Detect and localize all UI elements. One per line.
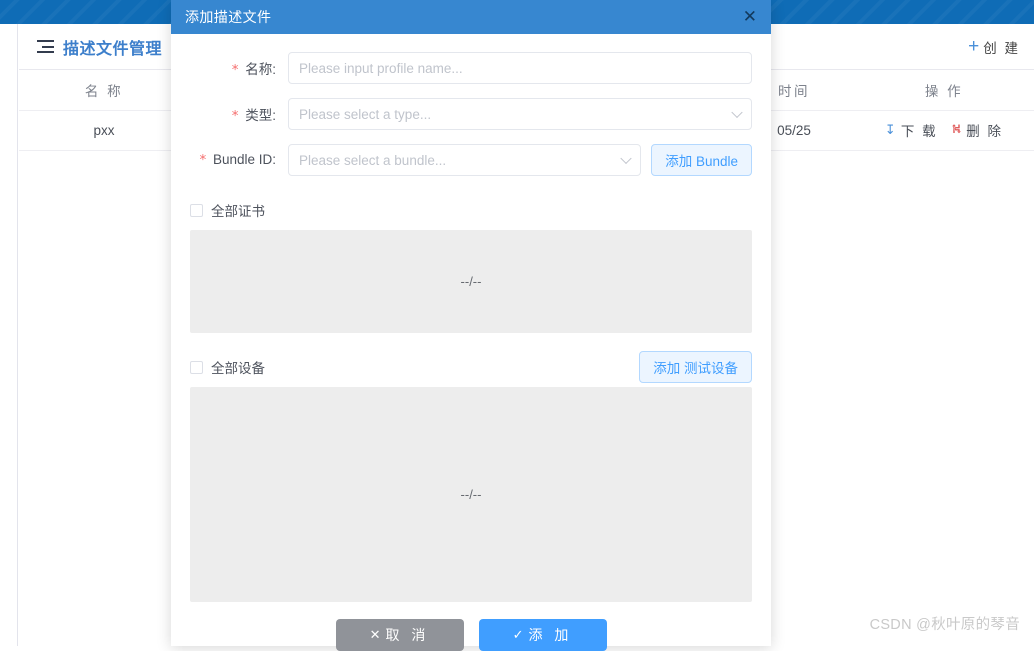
devices-list-panel[interactable]: --/-- [190, 387, 752, 602]
certificates-list-panel[interactable]: --/-- [190, 230, 752, 333]
cross-icon: ✕ [370, 628, 381, 643]
label-type-text: 类型: [245, 108, 276, 123]
cell-actions: ↧ 下 载 ⛕ 删 除 [854, 110, 1034, 150]
close-icon[interactable]: ✕ [743, 9, 757, 26]
download-label: 下 载 [901, 120, 938, 140]
checkbox-box [190, 361, 203, 374]
confirm-add-button[interactable]: ✓ 添 加 [479, 619, 607, 651]
profile-name-field[interactable] [288, 52, 752, 84]
create-button-label: 创 建 [983, 37, 1020, 57]
certificates-empty-text: --/-- [461, 274, 482, 289]
page-title: 描述文件管理 [37, 35, 162, 59]
all-devices-checkbox[interactable]: 全部设备 [190, 357, 265, 377]
add-bundle-button[interactable]: 添加 Bundle [651, 144, 752, 176]
all-devices-label: 全部设备 [211, 357, 265, 377]
label-name-text: 名称: [245, 62, 276, 77]
devices-section: 全部设备 添加 测试设备 --/-- [190, 355, 752, 602]
certificates-section-head: 全部证书 [190, 198, 752, 222]
dialog-footer: ✕ 取 消 ✓ 添 加 [190, 602, 752, 651]
confirm-button-label: 添 加 [529, 625, 573, 645]
dialog-title: 添加描述文件 [185, 7, 271, 27]
form-row-bundle: * Bundle ID: Please select a bundle... 添… [190, 144, 752, 176]
page-title-text: 描述文件管理 [63, 35, 162, 59]
all-certificates-checkbox[interactable]: 全部证书 [190, 200, 265, 220]
label-bundle: * Bundle ID: [190, 152, 288, 168]
bundle-select-placeholder: Please select a bundle... [299, 153, 446, 168]
download-icon: ↧ [885, 122, 898, 138]
plus-icon: + [968, 37, 979, 56]
profile-name-input[interactable] [299, 53, 741, 83]
certificates-section: 全部证书 --/-- [190, 198, 752, 333]
type-select[interactable]: Please select a type... [288, 98, 752, 130]
column-header-name: 名 称 [19, 70, 189, 110]
form-row-type: * 类型: Please select a type... [190, 98, 752, 130]
type-select-placeholder: Please select a type... [299, 107, 431, 122]
checkbox-box [190, 204, 203, 217]
required-asterisk: * [199, 152, 206, 168]
all-certificates-label: 全部证书 [211, 200, 265, 220]
cancel-button[interactable]: ✕ 取 消 [336, 619, 464, 651]
devices-section-head: 全部设备 添加 测试设备 [190, 355, 752, 379]
cancel-button-label: 取 消 [386, 625, 430, 645]
label-name: * 名称: [190, 58, 288, 78]
label-bundle-text: Bundle ID: [213, 152, 276, 167]
add-test-device-button[interactable]: 添加 测试设备 [639, 351, 752, 383]
trash-icon: ⛕ [952, 121, 964, 139]
chevron-down-icon [621, 153, 632, 164]
download-link[interactable]: ↧ 下 载 [885, 120, 938, 140]
dialog-header: 添加描述文件 ✕ [171, 0, 771, 34]
delete-link[interactable]: ⛕ 删 除 [952, 120, 1003, 140]
required-asterisk: * [232, 62, 239, 78]
add-profile-dialog: 添加描述文件 ✕ * 名称: * 类型: Please select a typ… [171, 0, 771, 646]
collapsed-sidebar [0, 24, 18, 646]
label-type: * 类型: [190, 104, 288, 124]
create-button[interactable]: + 创 建 [968, 37, 1020, 57]
check-icon: ✓ [513, 628, 524, 643]
chevron-down-icon [731, 107, 742, 118]
hamburger-icon[interactable] [37, 40, 54, 53]
form-row-name: * 名称: [190, 52, 752, 84]
devices-empty-text: --/-- [461, 487, 482, 502]
required-asterisk: * [232, 108, 239, 124]
column-header-actions: 操 作 [854, 70, 1034, 110]
dialog-body: * 名称: * 类型: Please select a type... * Bu… [171, 34, 771, 651]
delete-label: 删 除 [966, 120, 1003, 140]
cell-name: pxx [19, 110, 189, 150]
bundle-select[interactable]: Please select a bundle... [288, 144, 641, 176]
